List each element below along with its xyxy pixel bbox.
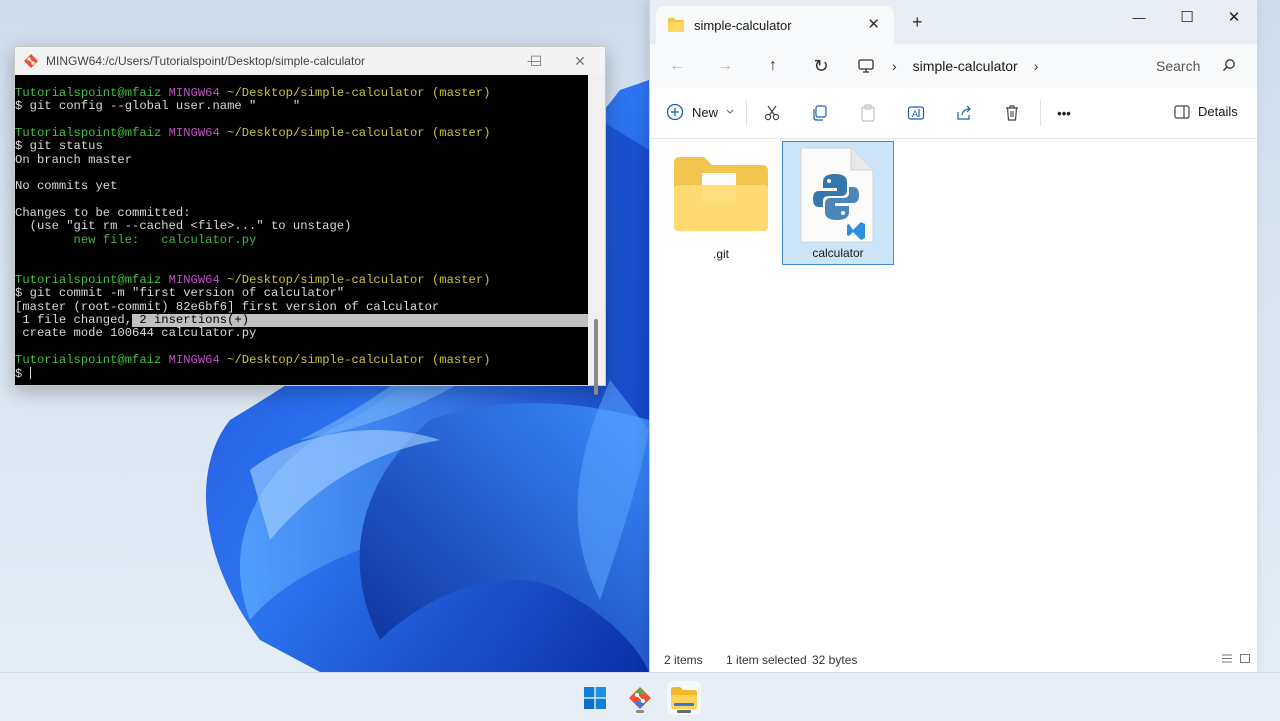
explorer-tabbar: simple-calculator ✕ + — ☐ ✕: [650, 0, 1257, 44]
minimize-button[interactable]: —: [511, 47, 557, 75]
toolbar-divider: [746, 100, 747, 126]
output-line: Changes to be committed:: [15, 206, 191, 221]
plus-circle-icon: [666, 103, 684, 121]
git-bash-icon: [24, 54, 38, 68]
refresh-button[interactable]: ↻: [809, 54, 833, 78]
search-box[interactable]: Search: [1142, 50, 1246, 82]
output-line: [master (root-commit) 82e6bf6] first ver…: [15, 299, 440, 314]
output-line: 1 file changed, 2 insertions(+): [15, 313, 588, 328]
forward-button[interactable]: →: [713, 54, 737, 78]
start-button[interactable]: [578, 681, 612, 715]
scrollbar-thumb[interactable]: [594, 319, 598, 395]
python-file-icon: [800, 147, 874, 243]
file-explorer-window[interactable]: simple-calculator ✕ + — ☐ ✕ ← → ↑ ↻ › si…: [649, 0, 1257, 672]
toolbar-divider: [1040, 100, 1041, 126]
terminal-titlebar[interactable]: MINGW64:/c/Users/Tutorialspoint/Desktop/…: [15, 47, 605, 75]
details-label: Details: [1198, 104, 1238, 119]
status-bar: 2 items 1 item selected 32 bytes: [650, 644, 1257, 672]
output-line: create mode 100644 calculator.py: [15, 326, 257, 341]
text-cursor: [29, 367, 31, 380]
paste-icon[interactable]: [857, 102, 879, 124]
command-bar: New A ••• Details: [650, 88, 1257, 139]
new-button[interactable]: New: [666, 103, 734, 121]
running-indicator: [636, 710, 644, 713]
command-line: $ git config --global user.name " ": [15, 99, 301, 114]
cut-icon[interactable]: [761, 102, 783, 124]
terminal-scrollbar[interactable]: [588, 75, 605, 395]
up-button[interactable]: ↑: [761, 54, 785, 78]
active-indicator: [677, 710, 691, 713]
close-button[interactable]: ✕: [1211, 4, 1257, 32]
list-view-icon[interactable]: [1222, 654, 1232, 663]
address-bar[interactable]: › simple-calculator ›: [858, 50, 1138, 82]
file-name: .git: [712, 247, 729, 261]
prompt-line: Tutorialspoint@mfaiz MINGW64 ~/Desktop/s…: [15, 126, 491, 141]
close-tab-icon[interactable]: ✕: [867, 15, 880, 33]
prompt-line: Tutorialspoint@mfaiz MINGW64 ~/Desktop/s…: [15, 86, 491, 100]
minimize-button[interactable]: —: [1116, 4, 1162, 32]
prompt-line: Tutorialspoint@mfaiz MINGW64 ~/Desktop/s…: [15, 272, 491, 287]
terminal-output[interactable]: Tutorialspoint@mfaiz MINGW64 ~/Desktop/s…: [15, 75, 588, 385]
tiles-view-icon[interactable]: [1240, 654, 1250, 663]
selection-status: 1 item selected: [726, 653, 807, 667]
file-item-calculator[interactable]: calculator: [782, 141, 894, 265]
file-name: calculator: [812, 246, 864, 260]
command-line: $ git status: [15, 139, 103, 154]
breadcrumb-chevron[interactable]: ›: [1034, 58, 1039, 74]
new-tab-button[interactable]: +: [912, 12, 923, 33]
tab-simple-calculator[interactable]: simple-calculator ✕: [656, 6, 894, 44]
windows-start-icon: [584, 687, 606, 709]
git-icon: [629, 687, 651, 709]
delete-icon[interactable]: [1001, 102, 1023, 124]
tab-label: simple-calculator: [694, 17, 792, 33]
search-placeholder: Search: [1156, 58, 1201, 74]
maximize-button[interactable]: ☐: [1164, 4, 1210, 32]
folder-icon: [668, 18, 684, 32]
details-pane-button[interactable]: Details: [1174, 104, 1238, 119]
details-pane-icon: [1174, 104, 1190, 119]
folder-item-git[interactable]: .git: [666, 143, 776, 265]
file-list[interactable]: .git calculator: [650, 139, 1257, 644]
this-pc-icon: [858, 59, 874, 73]
prompt-line: Tutorialspoint@mfaiz MINGW64 ~/Desktop/s…: [15, 352, 491, 367]
explorer-navbar: ← → ↑ ↻ › simple-calculator › Search: [650, 44, 1257, 88]
svg-text:A: A: [912, 109, 918, 119]
back-button[interactable]: ←: [665, 54, 689, 78]
command-line: $ git commit -m "first version of calcul…: [15, 286, 345, 301]
output-line: (use "git rm --cached <file>..." to unst…: [15, 219, 352, 234]
output-line: No commits yet: [15, 179, 118, 194]
search-icon: [1223, 59, 1235, 71]
taskbar-git-bash[interactable]: [623, 681, 657, 715]
more-options-icon[interactable]: •••: [1053, 102, 1075, 124]
input-line[interactable]: $: [15, 367, 588, 381]
item-count: 2 items: [664, 653, 703, 667]
file-explorer-icon: [671, 687, 697, 709]
folder-icon: [674, 157, 768, 231]
text-selection[interactable]: 2 insertions(+): [132, 313, 588, 328]
terminal-title: MINGW64:/c/Users/Tutorialspoint/Desktop/…: [46, 54, 365, 68]
terminal-window[interactable]: MINGW64:/c/Users/Tutorialspoint/Desktop/…: [14, 46, 606, 395]
breadcrumb-simple-calculator[interactable]: simple-calculator: [913, 58, 1018, 74]
output-line: new file: calculator.py: [15, 232, 257, 247]
output-line: On branch master: [15, 152, 133, 167]
copy-icon[interactable]: [809, 102, 831, 124]
taskbar-file-explorer[interactable]: [667, 681, 701, 715]
share-icon[interactable]: [953, 102, 975, 124]
new-label: New: [692, 104, 719, 120]
chevron-down-icon: [726, 109, 734, 114]
breadcrumb-chevron[interactable]: ›: [892, 58, 897, 74]
taskbar: [0, 672, 1280, 721]
close-button[interactable]: ✕: [557, 47, 603, 75]
selection-size: 32 bytes: [812, 653, 858, 667]
rename-icon[interactable]: A: [905, 102, 927, 124]
